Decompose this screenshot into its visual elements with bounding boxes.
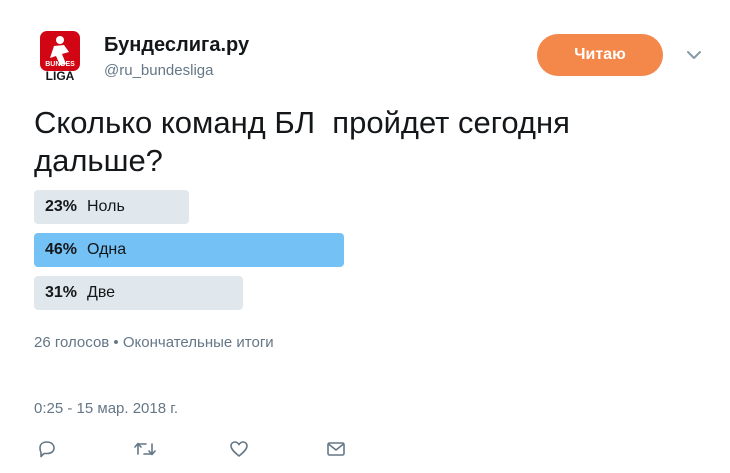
follow-button[interactable]: Читаю bbox=[537, 34, 663, 76]
poll-option: 31% Две bbox=[34, 276, 674, 310]
poll-choice: Две bbox=[87, 284, 116, 301]
poll-option: 23% Ноль bbox=[34, 190, 674, 224]
chevron-down-icon[interactable] bbox=[684, 48, 704, 62]
heart-icon[interactable] bbox=[228, 438, 250, 460]
svg-text:BUNDES: BUNDES bbox=[45, 61, 75, 68]
poll-status: Окончательные итоги bbox=[122, 334, 274, 351]
poll-choice: Одна bbox=[87, 241, 127, 258]
poll-separator: • bbox=[113, 334, 119, 351]
poll-meta: 26 голосов • Окончательные итоги bbox=[34, 334, 274, 351]
poll-percent: 46% bbox=[45, 241, 78, 258]
poll-option-label: 23% Ноль bbox=[45, 198, 125, 216]
reply-icon[interactable] bbox=[36, 438, 58, 460]
svg-text:LIGA: LIGA bbox=[46, 69, 75, 83]
retweet-icon[interactable] bbox=[132, 438, 158, 460]
poll-percent: 31% bbox=[45, 284, 78, 301]
poll-option-label: 31% Две bbox=[45, 284, 115, 302]
envelope-icon[interactable] bbox=[325, 438, 347, 460]
tweet-text: Сколько команд БЛ пройдет сегодня дальше… bbox=[34, 105, 570, 178]
tweet-timestamp[interactable]: 0:25 - 15 мар. 2018 г. bbox=[34, 400, 178, 417]
poll-choice: Ноль bbox=[87, 198, 125, 215]
avatar[interactable]: BUNDES LIGA bbox=[34, 28, 92, 86]
poll-votes[interactable]: 26 голосов bbox=[34, 334, 109, 351]
poll-option-label: 46% Одна bbox=[45, 241, 126, 259]
account-handle[interactable]: @ru_bundesliga bbox=[104, 62, 213, 79]
account-name[interactable]: Бундеслига.ру bbox=[104, 34, 249, 57]
poll-percent: 23% bbox=[45, 198, 78, 215]
bundesliga-logo: BUNDES LIGA bbox=[40, 31, 80, 83]
poll-option: 46% Одна bbox=[34, 233, 674, 267]
